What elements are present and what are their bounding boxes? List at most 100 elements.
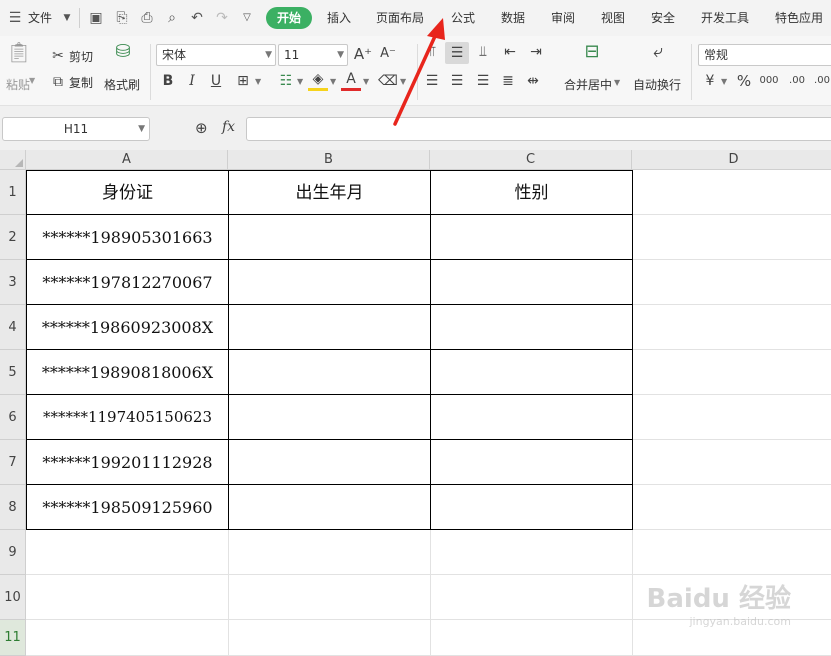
decrease-font-icon[interactable]: A⁻ (378, 44, 398, 64)
cell-b9[interactable] (229, 530, 431, 575)
cell-a6[interactable]: ******1197405150623 (26, 395, 229, 440)
decrease-decimal-button[interactable]: .00 (812, 71, 831, 91)
cell-a7[interactable]: ******199201112928 (26, 440, 229, 485)
font-size-select[interactable]: 11 ▼ (278, 44, 348, 66)
cell-b5[interactable] (229, 350, 431, 395)
tab-developer[interactable]: 开发工具 (701, 0, 749, 36)
cell-b2[interactable] (229, 215, 431, 260)
font-color-button[interactable]: A (341, 69, 361, 91)
chevron-down-icon[interactable]: ▼ (255, 77, 261, 86)
hamburger-menu-icon[interactable]: ☰ (6, 9, 24, 27)
cell-a9[interactable] (26, 530, 229, 575)
underline-button[interactable]: U (207, 71, 225, 91)
name-box[interactable]: H11 ▼ (2, 117, 150, 141)
cell-c10[interactable] (431, 575, 633, 620)
align-left-icon[interactable]: ☰ (421, 71, 443, 91)
justify-icon[interactable]: ≣ (497, 71, 519, 91)
increase-indent-icon[interactable]: ⇥ (525, 42, 547, 62)
chevron-down-icon[interactable]: ▼ (614, 78, 620, 87)
row-header-6[interactable]: 6 (0, 395, 26, 440)
export-icon[interactable]: ⎘ (113, 9, 131, 27)
conditional-icon[interactable]: ☷ (276, 71, 296, 91)
chevron-down-icon[interactable]: ▼ (58, 9, 76, 27)
borders-icon[interactable]: ⊞ (233, 71, 253, 91)
cell-d9[interactable] (633, 530, 831, 575)
wrap-text-icon[interactable]: ⤶ (644, 42, 672, 68)
chevron-down-icon[interactable]: ▼ (721, 77, 727, 86)
zoom-icon[interactable]: ⊕ (195, 119, 208, 137)
percent-button[interactable]: % (734, 71, 754, 91)
number-format-select[interactable]: 常规 (698, 44, 831, 66)
format-painter-icon[interactable]: ⛁ (112, 42, 134, 68)
cell-c6[interactable] (431, 395, 633, 440)
row-header-11[interactable]: 11 (0, 620, 26, 656)
tab-page-layout[interactable]: 页面布局 (376, 0, 424, 36)
increase-decimal-button[interactable]: .00 (786, 71, 808, 91)
align-bottom-icon[interactable]: ⫫ (472, 42, 494, 62)
fill-color-icon[interactable]: ◈ (308, 69, 328, 91)
cell-b1[interactable]: 出生年月 (229, 170, 431, 215)
tab-security[interactable]: 安全 (651, 0, 675, 36)
align-middle-button[interactable]: ☰ (445, 42, 469, 64)
cell-a10[interactable] (26, 575, 229, 620)
row-header-4[interactable]: 4 (0, 305, 26, 350)
row-header-8[interactable]: 8 (0, 485, 26, 530)
tab-data[interactable]: 数据 (501, 0, 525, 36)
menu-file[interactable]: 文件 (28, 0, 52, 36)
cell-d6[interactable] (633, 395, 831, 440)
align-right-icon[interactable]: ☰ (472, 71, 494, 91)
chevron-down-icon[interactable]: ▼ (363, 77, 369, 86)
eraser-icon[interactable]: ⌫ (378, 71, 398, 91)
chevron-down-icon[interactable]: ▼ (330, 77, 336, 86)
customize-icon[interactable]: ▽ (238, 9, 256, 27)
cell-a8[interactable]: ******198509125960 (26, 485, 229, 530)
cell-a2[interactable]: ******198905301663 (26, 215, 229, 260)
thousands-separator-button[interactable]: 000 (758, 71, 780, 91)
cell-b11[interactable] (229, 620, 431, 656)
column-header-d[interactable]: D (632, 150, 831, 170)
fx-button[interactable]: fx (222, 119, 235, 135)
scissors-icon[interactable]: ✂ (50, 46, 66, 66)
merge-center-button[interactable]: 合并居中 (564, 76, 612, 93)
save-icon[interactable]: ▣ (87, 9, 105, 27)
paste-icon[interactable]: 📋︎ (6, 42, 32, 68)
cell-a3[interactable]: ******197812270067 (26, 260, 229, 305)
cell-b4[interactable] (229, 305, 431, 350)
select-all-corner[interactable] (0, 150, 26, 170)
cell-a1[interactable]: 身份证 (26, 170, 229, 215)
align-center-icon[interactable]: ☰ (446, 71, 468, 91)
cell-c2[interactable] (431, 215, 633, 260)
chevron-down-icon[interactable]: ▼ (400, 77, 406, 86)
cell-d5[interactable] (633, 350, 831, 395)
column-header-c[interactable]: C (430, 150, 632, 170)
cell-d2[interactable] (633, 215, 831, 260)
currency-icon[interactable]: ¥ (700, 71, 720, 91)
cell-c1[interactable]: 性别 (431, 170, 633, 215)
cell-a4[interactable]: ******19860923008X (26, 305, 229, 350)
row-header-1[interactable]: 1 (0, 170, 26, 215)
row-header-9[interactable]: 9 (0, 530, 26, 575)
italic-button[interactable]: I (183, 71, 201, 91)
chevron-down-icon[interactable]: ▼ (29, 76, 35, 85)
row-header-2[interactable]: 2 (0, 215, 26, 260)
tab-special-apps[interactable]: 特色应用 (775, 0, 823, 36)
column-header-b[interactable]: B (228, 150, 430, 170)
distributed-icon[interactable]: ⇹ (522, 71, 544, 91)
copy-icon[interactable]: ⧉ (50, 72, 66, 92)
cell-a11[interactable] (26, 620, 229, 656)
cell-c7[interactable] (431, 440, 633, 485)
row-header-5[interactable]: 5 (0, 350, 26, 395)
cell-b6[interactable] (229, 395, 431, 440)
cell-d1[interactable] (633, 170, 831, 215)
cell-a5[interactable]: ******19890818006X (26, 350, 229, 395)
print-icon[interactable]: ⎙ (138, 9, 156, 27)
row-header-3[interactable]: 3 (0, 260, 26, 305)
print-preview-icon[interactable]: ⌕ (163, 9, 181, 27)
font-name-select[interactable]: 宋体 ▼ (156, 44, 276, 66)
cell-b3[interactable] (229, 260, 431, 305)
formula-input[interactable] (246, 117, 831, 141)
cell-c4[interactable] (431, 305, 633, 350)
cell-c3[interactable] (431, 260, 633, 305)
copy-button[interactable]: 复制 (69, 74, 93, 91)
cell-c5[interactable] (431, 350, 633, 395)
